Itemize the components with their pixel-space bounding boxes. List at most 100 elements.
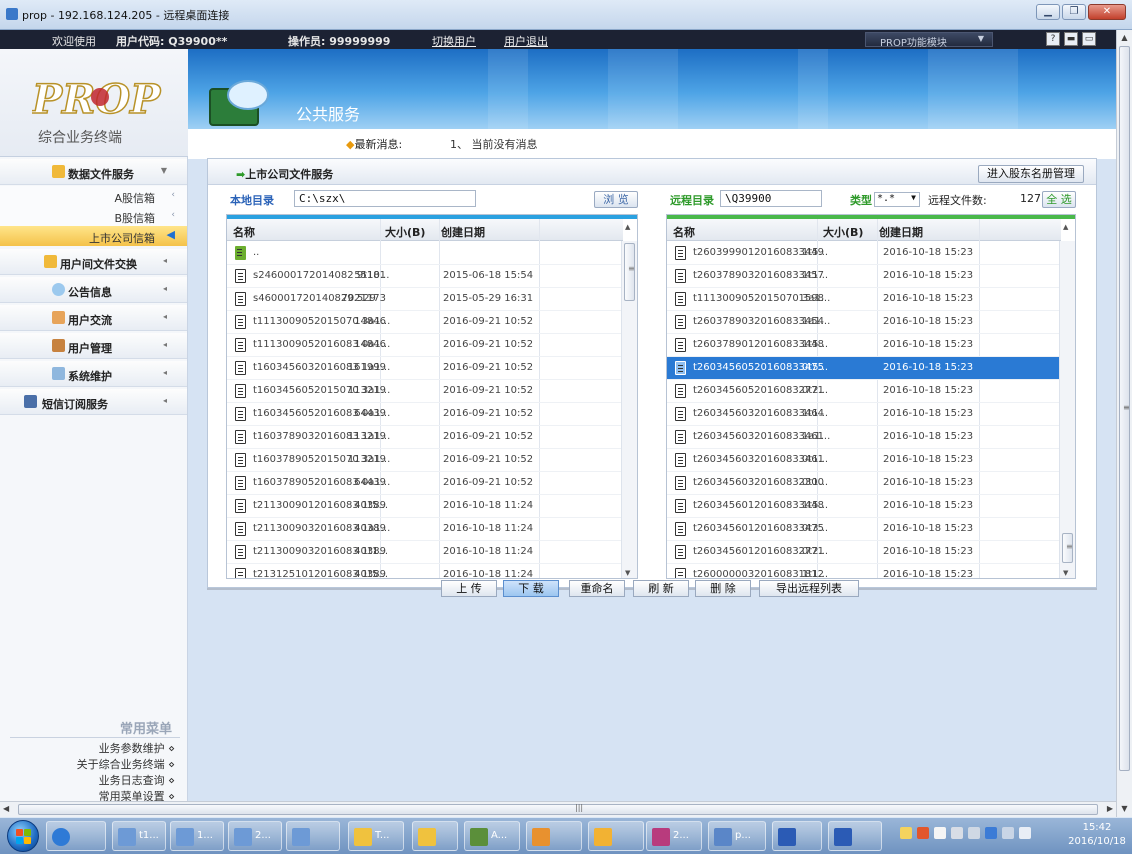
logout-link[interactable]: 用户退出 <box>504 33 548 49</box>
local-file-list[interactable]: 名称 大小(B) 创建日期 .. s246000172014082 9t10...… <box>226 214 638 579</box>
submenu-a-share-mailbox[interactable]: A股信箱 ‹ <box>0 186 187 206</box>
scroll-down-arrow[interactable]: ▼ <box>1063 569 1068 577</box>
maximize-app-icon[interactable]: ▭ <box>1082 32 1096 46</box>
tray-network-icon[interactable] <box>1002 827 1014 839</box>
table-row[interactable]: t1603456032016083 1a1... 161999 2016-09-21… <box>227 357 623 380</box>
taskbar-item[interactable] <box>588 821 644 851</box>
submenu-listed-company-mailbox[interactable]: 上市公司信箱 ◀ <box>0 226 187 246</box>
remote-horizontal-scrollbar[interactable]: ◀ ||| ▶ <box>0 801 1116 817</box>
taskbar-item[interactable]: 2... <box>228 821 282 851</box>
scroll-thumb[interactable]: ≡ <box>624 243 635 301</box>
scroll-up-arrow[interactable]: ▲ <box>625 223 630 231</box>
download-button[interactable]: 下 载 <box>503 580 559 597</box>
refresh-button[interactable]: 刷 新 <box>633 580 689 597</box>
table-row[interactable]: t1113009052016083 0a1... 14846 2016-09-21 … <box>227 334 623 357</box>
table-row[interactable]: t2131251012016083 1t5... 40389 2016-10-18 … <box>227 564 623 578</box>
tray-flag-icon[interactable] <box>934 827 946 839</box>
shareholder-register-button[interactable]: 进入股东名册管理 <box>978 165 1084 183</box>
table-row[interactable]: t2603456032016083 0t1... 3461 2016-10-18 1… <box>667 449 1061 472</box>
scroll-thumb[interactable]: ≡ <box>1119 46 1130 771</box>
table-row[interactable]: t2603456032016083 1a1... 3461 2016-10-18 1… <box>667 426 1061 449</box>
clock[interactable]: 15:42 2016/10/18 <box>1064 821 1130 849</box>
taskbar-item[interactable]: 2... <box>646 821 702 851</box>
table-row[interactable]: t2603456052016083 0t5... 3475 2016-10-18 1… <box>667 357 1061 380</box>
remote-file-list[interactable]: 名称 大小(B) 创建日期 t2603999012016083 1t5... 34… <box>666 214 1076 579</box>
taskbar-ie[interactable] <box>46 821 106 851</box>
table-row[interactable]: t2603789012016083 1t5... 3448 2016-10-18 1… <box>667 334 1061 357</box>
link-business-log[interactable]: 业务日志查询 ⋄ <box>99 772 175 788</box>
scroll-thumb[interactable]: ≡ <box>1062 533 1073 563</box>
tray-keyboard-icon[interactable] <box>968 827 980 839</box>
taskbar-item[interactable] <box>412 821 458 851</box>
taskbar-item[interactable]: t1... <box>112 821 166 851</box>
minimize-button[interactable]: ▁ <box>1036 4 1060 20</box>
menu-user-communication[interactable]: 用户交流 ◂ <box>0 305 187 331</box>
table-row[interactable]: t2113009032016083 1t1... 40389 2016-10-18 … <box>227 541 623 564</box>
table-row[interactable]: t2603456032016083 0t1... 2300 2016-10-18 1… <box>667 472 1061 495</box>
table-row[interactable]: t2603456052016083 0t2... 2771 2016-10-18 1… <box>667 380 1061 403</box>
browse-button[interactable]: 浏 览 <box>594 191 638 208</box>
table-row[interactable]: t2603999012016083 1t5... 3449 2016-10-18 1… <box>667 242 1061 265</box>
link-about-terminal[interactable]: 关于综合业务终端 ⋄ <box>77 756 175 772</box>
scroll-right-arrow[interactable]: ▶ <box>1107 804 1113 813</box>
table-row[interactable]: s460001720140829.529 7021173 2015-05-29 16… <box>227 288 623 311</box>
taskbar-item[interactable] <box>286 821 340 851</box>
minimize-app-icon[interactable]: ▬ <box>1064 32 1078 46</box>
taskbar-item[interactable]: p... <box>708 821 766 851</box>
menu-announcements[interactable]: 公告信息 ◂ <box>0 277 187 303</box>
table-row[interactable]: t2113009012016083 1t5... 40389 2016-10-18 … <box>227 495 623 518</box>
tray-shield-icon[interactable] <box>985 827 997 839</box>
local-list-scrollbar[interactable]: ▲ ≡ ▼ <box>621 223 637 578</box>
table-row[interactable]: t2600000032016083 1t1... 1812 2016-10-18 1… <box>667 564 1061 578</box>
local-dir-input[interactable]: C:\szx\ <box>294 190 476 207</box>
table-row[interactable]: t1603789052015070 3a1... 113219 2016-09-21… <box>227 449 623 472</box>
menu-system-maintenance[interactable]: 系统维护 ◂ <box>0 361 187 387</box>
table-row[interactable]: t1603789032016083 1a1... 113219 2016-09-21… <box>227 426 623 449</box>
scroll-up-arrow[interactable]: ▲ <box>1063 223 1068 231</box>
table-row[interactable]: t2113009032016083 1a1... 40389 2016-10-18 … <box>227 518 623 541</box>
table-row[interactable]: s246000172014082 9t10... 55181 2015-06-18 … <box>227 265 623 288</box>
table-row[interactable]: t1603456052016083 0a1... 64439 2016-09-21 … <box>227 403 623 426</box>
table-row[interactable]: t2603456012016083 1t5... 3448 2016-10-18 1… <box>667 495 1061 518</box>
help-icon[interactable]: ? <box>1046 32 1060 46</box>
start-button[interactable] <box>7 820 39 852</box>
submenu-b-share-mailbox[interactable]: B股信箱 ‹ <box>0 206 187 226</box>
scroll-down-arrow[interactable]: ▼ <box>625 569 630 577</box>
restore-button[interactable]: ❐ <box>1062 4 1086 20</box>
tray-app-icon[interactable] <box>917 827 929 839</box>
table-row[interactable]: t2603789032016083 1a1... 3454 2016-10-18 1… <box>667 311 1061 334</box>
table-row[interactable]: t1113009052015070 3a1... 1598 2016-10-18 1… <box>667 288 1061 311</box>
taskbar-item[interactable] <box>828 821 882 851</box>
table-row[interactable]: t1603456052015070 3a1... 113219 2016-09-21… <box>227 380 623 403</box>
table-row[interactable]: t2603789032016083 1t1... 3457 2016-10-18 1… <box>667 265 1061 288</box>
table-row[interactable]: t2603456012016083 0t2... 2771 2016-10-18 1… <box>667 541 1061 564</box>
table-row[interactable]: t1113009052015070 3a1... 14846 2016-09-21 … <box>227 311 623 334</box>
close-button[interactable]: ✕ <box>1088 4 1126 20</box>
taskbar-item[interactable]: T... <box>348 821 404 851</box>
export-remote-list-button[interactable]: 导出远程列表 <box>759 580 859 597</box>
select-all-button[interactable]: 全 选 <box>1042 191 1076 208</box>
tray-volume-icon[interactable] <box>1019 827 1031 839</box>
menu-user-file-exchange[interactable]: 用户间文件交换 ◂ <box>0 249 187 275</box>
table-row[interactable]: .. <box>227 242 623 265</box>
taskbar-item[interactable]: A... <box>464 821 520 851</box>
type-select[interactable]: *.* ▼ <box>874 192 920 207</box>
rename-button[interactable]: 重命名 <box>569 580 625 597</box>
table-row[interactable]: t1603789052016083 0a1... 64439 2016-09-21 … <box>227 472 623 495</box>
upload-button[interactable]: 上 传 <box>441 580 497 597</box>
scroll-left-arrow[interactable]: ◀ <box>3 804 9 813</box>
tray-device-icon[interactable] <box>951 827 963 839</box>
switch-user-link[interactable]: 切换用户 <box>432 33 476 49</box>
menu-sms-subscription[interactable]: 短信订阅服务 ◂ <box>0 389 187 415</box>
menu-data-file-service[interactable]: 数据文件服务 ▼ <box>0 159 187 185</box>
taskbar-item[interactable] <box>772 821 822 851</box>
scroll-down-arrow[interactable]: ▼ <box>1117 804 1132 813</box>
scroll-up-arrow[interactable]: ▲ <box>1117 30 1132 45</box>
remote-dir-input[interactable]: \Q39900 <box>720 190 822 207</box>
tray-mail-icon[interactable] <box>900 827 912 839</box>
taskbar-item[interactable]: 1... <box>170 821 224 851</box>
module-select[interactable]: PROP功能模块 ▼ <box>865 32 993 49</box>
taskbar-item[interactable] <box>526 821 582 851</box>
menu-user-management[interactable]: 用户管理 ◂ <box>0 333 187 359</box>
link-business-params[interactable]: 业务参数维护 ⋄ <box>99 740 175 756</box>
